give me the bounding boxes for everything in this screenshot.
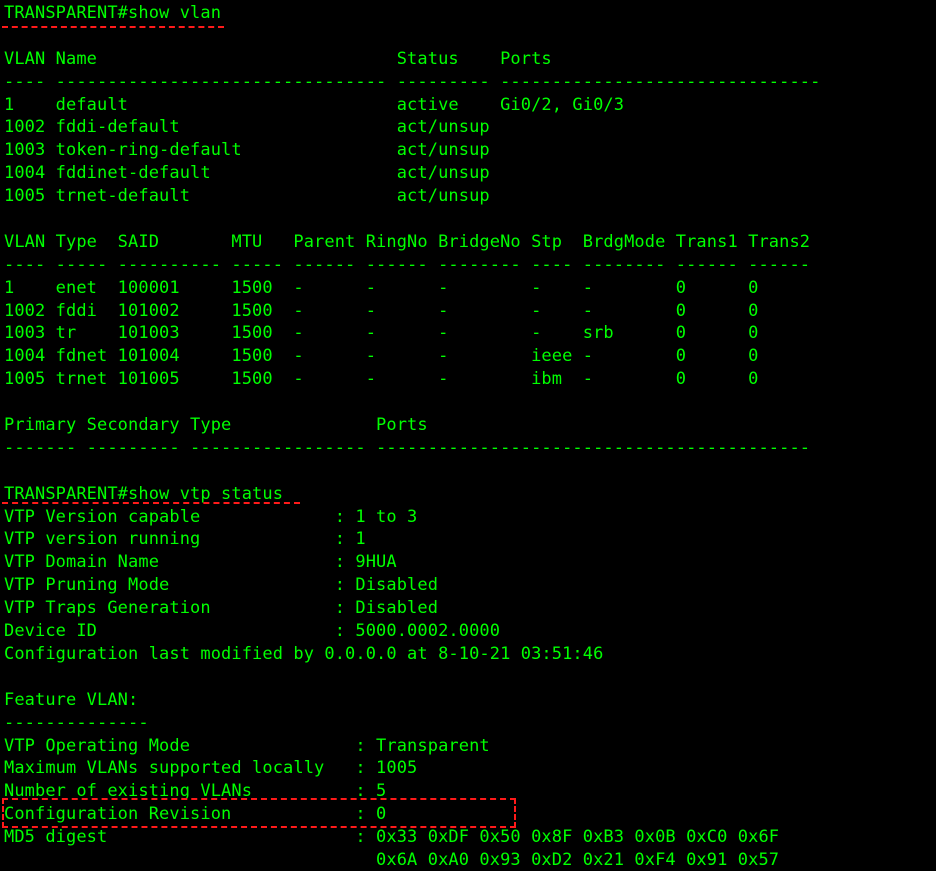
vlan-row: 1002 fddi-default act/unsup xyxy=(4,117,490,138)
vlan-detail-header: VLAN Type SAID MTU Parent RingNo BridgeN… xyxy=(4,231,811,252)
terminal-window[interactable]: TRANSPARENT#show vlan VLAN Name Status P… xyxy=(0,0,936,871)
vtp-status-line: VTP Pruning Mode : Disabled xyxy=(4,575,439,596)
prompt-show-vlan: TRANSPARENT#show vlan xyxy=(4,3,222,23)
feature-vlan-line: Maximum VLANs supported locally : 1005 xyxy=(4,758,418,779)
feature-vlan-line: VTP Operating Mode : Transparent xyxy=(4,735,490,756)
vtp-status-line: Configuration last modified by 0.0.0.0 a… xyxy=(4,643,604,664)
vtp-status-line: VTP Domain Name : 9HUA xyxy=(4,552,397,573)
vtp-status-line: VTP Version capable : 1 to 3 xyxy=(4,506,418,527)
annotation-box-configuration-revision xyxy=(2,798,516,828)
vlan-detail-row: 1004 fdnet 101004 1500 - - - ieee - 0 0 xyxy=(4,346,759,367)
feature-vlan-separator: -------------- xyxy=(4,712,149,733)
vlan-table-header: VLAN Name Status Ports xyxy=(4,48,552,69)
md5-digest-continuation: 0x6A 0xA0 0x93 0xD2 0x21 0xF4 0x91 0x57 xyxy=(4,849,780,870)
annotation-underline-show-vtp-status xyxy=(2,502,300,504)
vtp-status-line: Device ID : 5000.0002.0000 xyxy=(4,621,501,642)
pvlan-separator: ------- --------- ----------------- ----… xyxy=(4,437,811,458)
vlan-detail-row: 1005 trnet 101005 1500 - - - ibm - 0 0 xyxy=(4,369,759,390)
annotation-underline-show-vlan xyxy=(2,26,224,28)
md5-digest-line: MD5 digest : 0x33 0xDF 0x50 0x8F 0xB3 0x… xyxy=(4,827,780,848)
vlan-detail-row: 1003 tr 101003 1500 - - - - srb 0 0 xyxy=(4,323,759,344)
vlan-detail-row: 1 enet 100001 1500 - - - - - 0 0 xyxy=(4,277,759,298)
feature-vlan-heading: Feature VLAN: xyxy=(4,689,139,710)
vlan-row: 1004 fddinet-default act/unsup xyxy=(4,163,490,184)
vlan-detail-row: 1002 fddi 101002 1500 - - - - - 0 0 xyxy=(4,300,759,321)
pvlan-header: Primary Secondary Type Ports xyxy=(4,415,428,436)
vlan-row: 1005 trnet-default act/unsup xyxy=(4,186,490,207)
vlan-row: 1 default active Gi0/2, Gi0/3 xyxy=(4,94,625,115)
vtp-status-line: VTP version running : 1 xyxy=(4,529,366,550)
vtp-status-line: VTP Traps Generation : Disabled xyxy=(4,598,439,619)
vlan-detail-separator: ---- ----- ---------- ----- ------ -----… xyxy=(4,254,811,275)
vlan-row: 1003 token-ring-default act/unsup xyxy=(4,140,490,161)
vlan-table-separator: ---- -------------------------------- --… xyxy=(4,71,821,92)
